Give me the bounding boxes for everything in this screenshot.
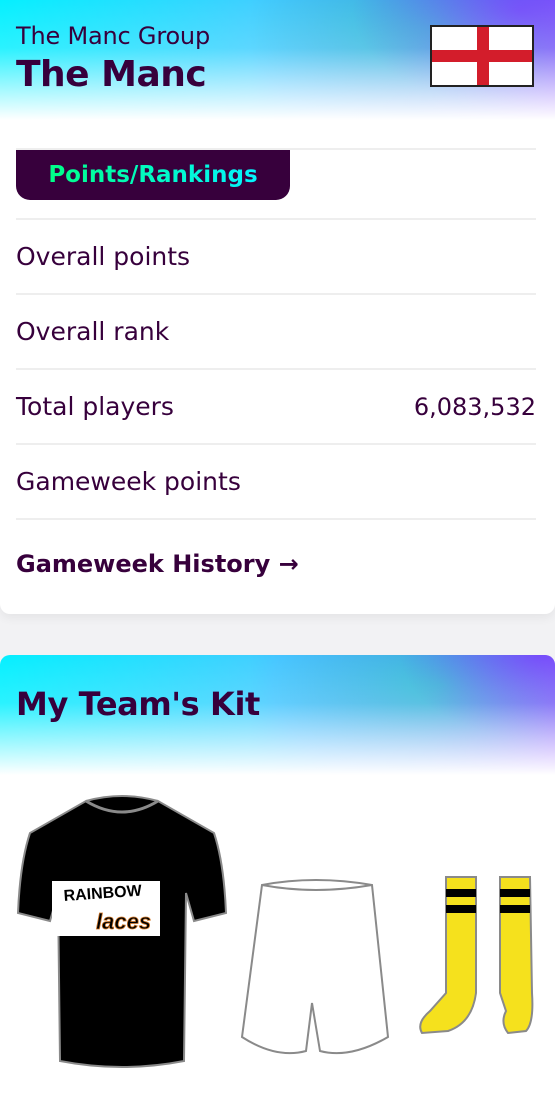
- team-name: The Manc: [16, 54, 207, 95]
- stat-row-gameweek-points: Gameweek points: [16, 445, 536, 520]
- kit-title: My Team's Kit: [16, 685, 260, 723]
- socks-icon: [419, 876, 534, 1035]
- group-name: The Manc Group: [16, 22, 210, 50]
- tab-bar: Points/Rankings: [16, 148, 536, 220]
- stat-row-overall-rank: Overall rank: [16, 295, 536, 370]
- stat-value: 6,083,532: [413, 392, 536, 421]
- shirt-text-bottom: laces: [96, 909, 151, 934]
- stat-label: Gameweek points: [16, 467, 241, 496]
- stat-row-total-players: Total players 6,083,532: [16, 370, 536, 445]
- stat-label: Overall rank: [16, 317, 170, 346]
- gameweek-history-link[interactable]: Gameweek History →: [16, 550, 299, 578]
- stat-row-overall-points: Overall points: [16, 220, 536, 295]
- shorts-icon: [240, 879, 390, 1055]
- stat-label: Overall points: [16, 242, 191, 271]
- tab-label: Points/Rankings: [48, 162, 258, 188]
- england-flag-icon: [430, 25, 534, 87]
- league-card: The Manc Group The Manc Points/Rankings …: [0, 0, 555, 614]
- tab-points-rankings[interactable]: Points/Rankings: [16, 150, 290, 200]
- kit-card: My Team's Kit RAINBOW laces: [0, 655, 555, 1096]
- stat-label: Total players: [16, 392, 174, 421]
- shirt-icon: RAINBOW laces: [16, 795, 228, 1068]
